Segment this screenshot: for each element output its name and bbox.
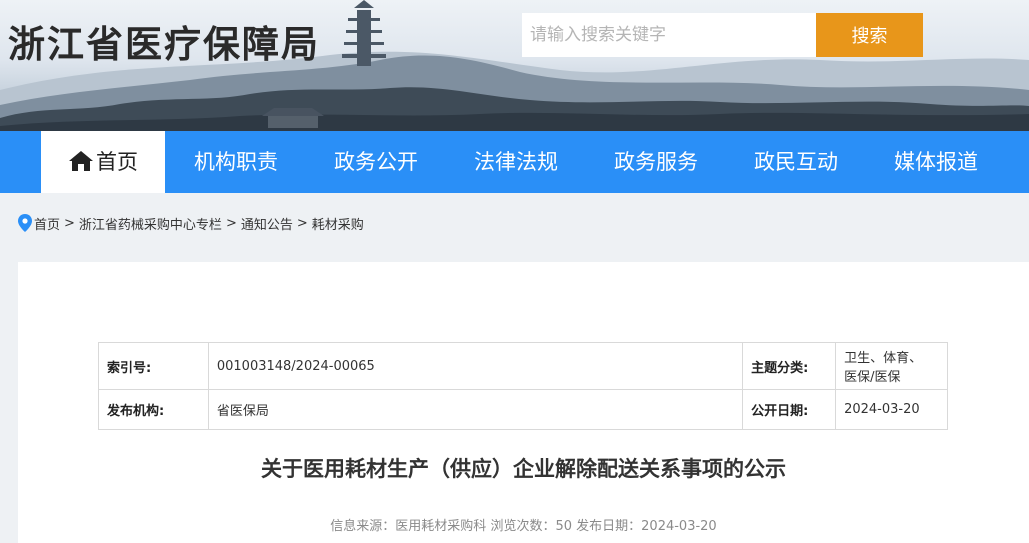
article-info-line: 信息来源：医用耗材采购科 浏览次数：50 发布日期：2024-03-20 — [18, 515, 1029, 534]
index-value: 001003148/2024-00065 — [207, 342, 744, 390]
public-date-label: 公开日期: — [742, 389, 837, 430]
breadcrumb-separator: > — [64, 215, 75, 231]
breadcrumb-home[interactable]: 首页 — [34, 214, 60, 233]
main-nav: 首页 机构职责 政务公开 法律法规 政务服务 政民互动 媒体报道 — [0, 131, 1029, 193]
source-label: 信息来源： — [330, 519, 396, 534]
article-card: 索引号: 001003148/2024-00065 主题分类: 卫生、体育、 医… — [18, 262, 1029, 543]
nav-item-media[interactable]: 媒体报道 — [868, 131, 1004, 193]
breadcrumb-notices[interactable]: 通知公告 — [241, 214, 293, 233]
breadcrumb: 首页 > 浙江省药械采购中心专栏 > 通知公告 > 耗材采购 — [18, 212, 364, 234]
article-title: 关于医用耗材生产（供应）企业解除配送关系事项的公示 — [261, 457, 786, 481]
public-date-value: 2024-03-20 — [835, 389, 948, 430]
source-value: 医用耗材采购科 — [395, 519, 487, 534]
views-value: 50 — [555, 519, 572, 534]
breadcrumb-consumables[interactable]: 耗材采购 — [312, 214, 364, 233]
topic-label: 主题分类: — [742, 342, 837, 390]
topic-value-line2: 医保/医保 — [844, 370, 901, 385]
date-label: 发布日期： — [576, 519, 642, 534]
breadcrumb-separator: > — [296, 215, 308, 231]
publisher-label: 发布机构: — [98, 389, 209, 430]
nav-item-services[interactable]: 政务服务 — [588, 131, 724, 193]
breadcrumb-procurement-center[interactable]: 浙江省药械采购中心专栏 — [79, 214, 222, 233]
publisher-value: 省医保局 — [207, 389, 744, 430]
site-title: 浙江省医疗保障局 — [8, 23, 320, 66]
topic-value: 卫生、体育、 医保/医保 — [835, 342, 948, 390]
topic-value-line1: 卫生、体育、 — [844, 351, 923, 366]
table-row: 发布机构: 省医保局 公开日期: 2024-03-20 — [98, 389, 948, 430]
location-pin-icon — [18, 214, 32, 232]
home-icon — [69, 151, 93, 171]
date-value: 2024-03-20 — [641, 519, 717, 534]
index-label: 索引号: — [98, 342, 209, 390]
header-banner: 浙江省医疗保障局 搜索 — [0, 0, 1029, 131]
search-input[interactable] — [522, 13, 817, 57]
breadcrumb-separator: > — [225, 215, 237, 231]
metadata-table: 索引号: 001003148/2024-00065 主题分类: 卫生、体育、 医… — [98, 342, 948, 430]
nav-item-laws[interactable]: 法律法规 — [448, 131, 584, 193]
views-label: 浏览次数： — [490, 519, 556, 534]
table-row: 索引号: 001003148/2024-00065 主题分类: 卫生、体育、 医… — [98, 342, 948, 390]
nav-item-home[interactable]: 首页 — [41, 131, 165, 193]
nav-item-interaction[interactable]: 政民互动 — [728, 131, 864, 193]
nav-item-public-affairs[interactable]: 政务公开 — [308, 131, 444, 193]
search-button[interactable]: 搜索 — [816, 13, 923, 57]
nav-item-duties[interactable]: 机构职责 — [168, 131, 304, 193]
nav-item-label: 首页 — [96, 150, 138, 174]
